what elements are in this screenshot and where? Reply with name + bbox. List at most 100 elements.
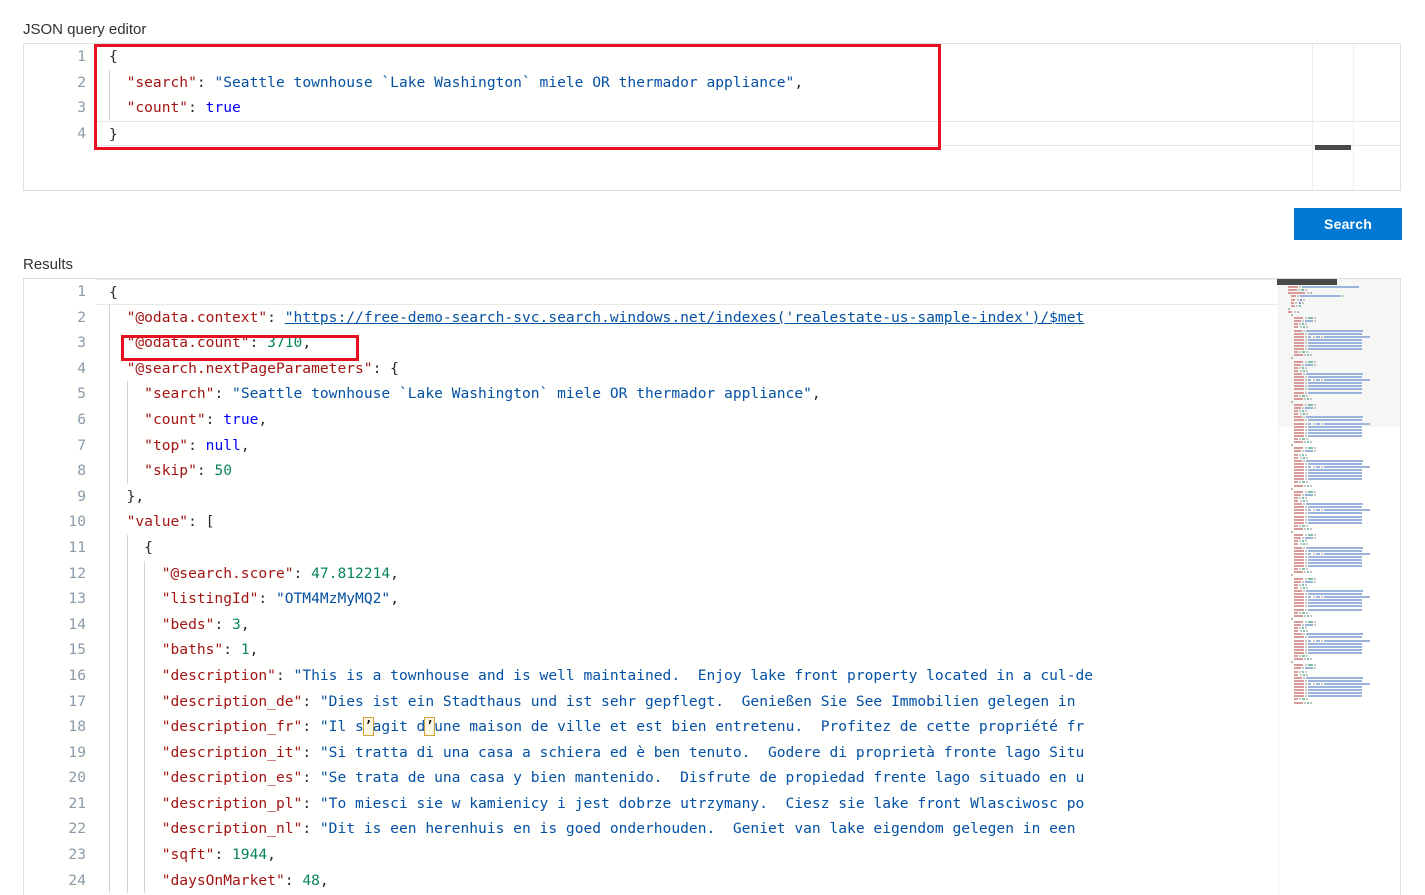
minimap-line: [1294, 509, 1304, 512]
code-token-k: "skip": [144, 462, 197, 480]
code-line[interactable]: "skip": 50: [96, 458, 1400, 484]
minimap-line: [1294, 586, 1299, 589]
code-line[interactable]: "beds": 3,: [96, 612, 1400, 638]
minimap-line: [1308, 549, 1363, 552]
code-line[interactable]: {: [96, 279, 1400, 305]
minimap-line: [1305, 394, 1308, 397]
minimap-line: [1298, 698, 1301, 701]
minimap-line: [1299, 630, 1302, 633]
minimap-line: [1302, 524, 1305, 527]
indent-guide: [144, 560, 146, 894]
line-number: 24: [68, 871, 86, 889]
minimap-line: [1294, 583, 1298, 586]
code-line[interactable]: "count": true,: [96, 407, 1400, 433]
minimap-line: [1307, 441, 1310, 444]
minimap-line: [1307, 527, 1310, 530]
minimap-line: [1314, 447, 1317, 450]
minimap-line: [1298, 496, 1301, 499]
minimap-line: [1294, 416, 1303, 419]
code-line[interactable]: "description": "This is a townhouse and …: [96, 663, 1400, 689]
line-number: 20: [68, 769, 86, 787]
minimap-line: [1304, 534, 1307, 537]
minimap-line: [1303, 503, 1306, 506]
minimap-line: [1305, 428, 1308, 431]
minimap-line: [1294, 419, 1304, 422]
code-token-p: ,: [267, 846, 276, 864]
code-line[interactable]: "listingId": "OTM4MzMyMQ2",: [96, 586, 1400, 612]
code-token-k: "count": [144, 410, 206, 428]
code-token-p: :: [372, 359, 391, 377]
minimap-line: [1302, 496, 1305, 499]
minimap-line: [1308, 478, 1363, 481]
code-token-s: "Il s: [319, 718, 364, 736]
minimap-line: [1303, 701, 1306, 704]
minimap-line: [1298, 438, 1301, 440]
minimap-line: [1302, 366, 1305, 369]
code-line[interactable]: "baths": 1,: [96, 637, 1400, 663]
query-editor-content[interactable]: { "search": "Seattle townhouse `Lake Was…: [96, 44, 1400, 190]
results-editor-scrollbar-thumb[interactable]: [1277, 279, 1337, 285]
results-editor-minimap[interactable]: [1278, 279, 1400, 895]
code-line[interactable]: "count": true: [96, 95, 1400, 121]
minimap-line: [1305, 543, 1308, 546]
line-number: 8: [77, 462, 86, 480]
minimap-line: [1310, 397, 1313, 400]
minimap-line: [1305, 679, 1308, 682]
minimap-line: [1308, 521, 1363, 524]
minimap-line: [1307, 577, 1314, 580]
json-search-explorer-page: JSON query editor 1234 { "search": "Seat…: [0, 0, 1425, 895]
results-editor-content[interactable]: { "@odata.context": "https://free-demo-s…: [96, 279, 1400, 895]
code-line[interactable]: "@search.score": 47.812214,: [96, 561, 1400, 587]
minimap-line: [1305, 636, 1308, 639]
minimap-line: [1294, 565, 1304, 568]
code-line[interactable]: "daysOnMarket": 48,: [96, 868, 1400, 894]
minimap-line: [1305, 682, 1308, 685]
minimap-line: [1307, 360, 1314, 363]
search-button[interactable]: Search: [1294, 208, 1402, 240]
minimap-line: [1320, 682, 1323, 685]
minimap-line: [1300, 295, 1342, 298]
minimap-line: [1304, 403, 1307, 406]
minimap-line: [1291, 444, 1293, 447]
minimap-line: [1320, 465, 1323, 468]
minimap-line: [1294, 658, 1303, 661]
code-token-k: "description_de": [161, 692, 303, 710]
minimap-line: [1305, 509, 1308, 512]
code-token-k: "count": [126, 99, 189, 117]
code-line[interactable]: "description_de": "Dies ist ein Stadthau…: [96, 689, 1400, 715]
minimap-line: [1294, 490, 1304, 493]
minimap-line: [1294, 589, 1303, 592]
json-query-editor[interactable]: 1 2 3 4 { "search": "Seattle townhouse `Lak…: [23, 43, 1401, 191]
code-line[interactable]: {: [96, 44, 1400, 70]
minimap-line: [1297, 289, 1300, 292]
code-line[interactable]: "description_nl": "Dit is een herenhuis …: [96, 816, 1400, 842]
code-line[interactable]: "value": [: [96, 509, 1400, 535]
code-line[interactable]: "search": "Seattle townhouse `Lake Washi…: [96, 381, 1400, 407]
code-line[interactable]: "@odata.count": 3710,: [96, 330, 1400, 356]
code-line[interactable]: }: [96, 120, 1400, 147]
minimap-line: [1305, 521, 1308, 524]
code-line[interactable]: "@search.nextPageParameters": {: [96, 356, 1400, 382]
minimap-line: [1303, 633, 1306, 636]
code-line[interactable]: },: [96, 484, 1400, 510]
minimap-line: [1304, 620, 1307, 623]
minimap-line: [1304, 289, 1307, 292]
code-line[interactable]: {: [96, 535, 1400, 561]
results-editor[interactable]: 1 2 3 4 5 6 7 8 9 10 11 12 13 14 15 16 17 18 19 20 21 22 23 24 …: [23, 278, 1401, 895]
minimap-line: [1320, 509, 1323, 512]
code-line[interactable]: "search": "Seattle townhouse `Lake Washi…: [96, 70, 1400, 96]
code-line[interactable]: "description_es": "Se trata de una casa …: [96, 765, 1400, 791]
code-line[interactable]: "description_fr": "Il s’agit d’une maiso…: [96, 714, 1400, 740]
query-editor-horizontal-scrollbar[interactable]: [1315, 145, 1351, 150]
minimap-line: [1303, 397, 1306, 400]
code-line[interactable]: "top": null,: [96, 433, 1400, 459]
code-line[interactable]: "@odata.context": "https://free-demo-sea…: [96, 305, 1400, 331]
minimap-line: [1314, 360, 1317, 363]
code-line[interactable]: "sqft": 1944,: [96, 842, 1400, 868]
minimap-line: [1303, 527, 1306, 530]
code-line[interactable]: "description_it": "Si tratta di una casa…: [96, 740, 1400, 766]
minimap-line: [1294, 679, 1304, 682]
minimap-line: [1294, 670, 1298, 673]
code-line[interactable]: "description_pl": "To miesci sie w kamie…: [96, 791, 1400, 817]
minimap-line: [1295, 301, 1298, 304]
